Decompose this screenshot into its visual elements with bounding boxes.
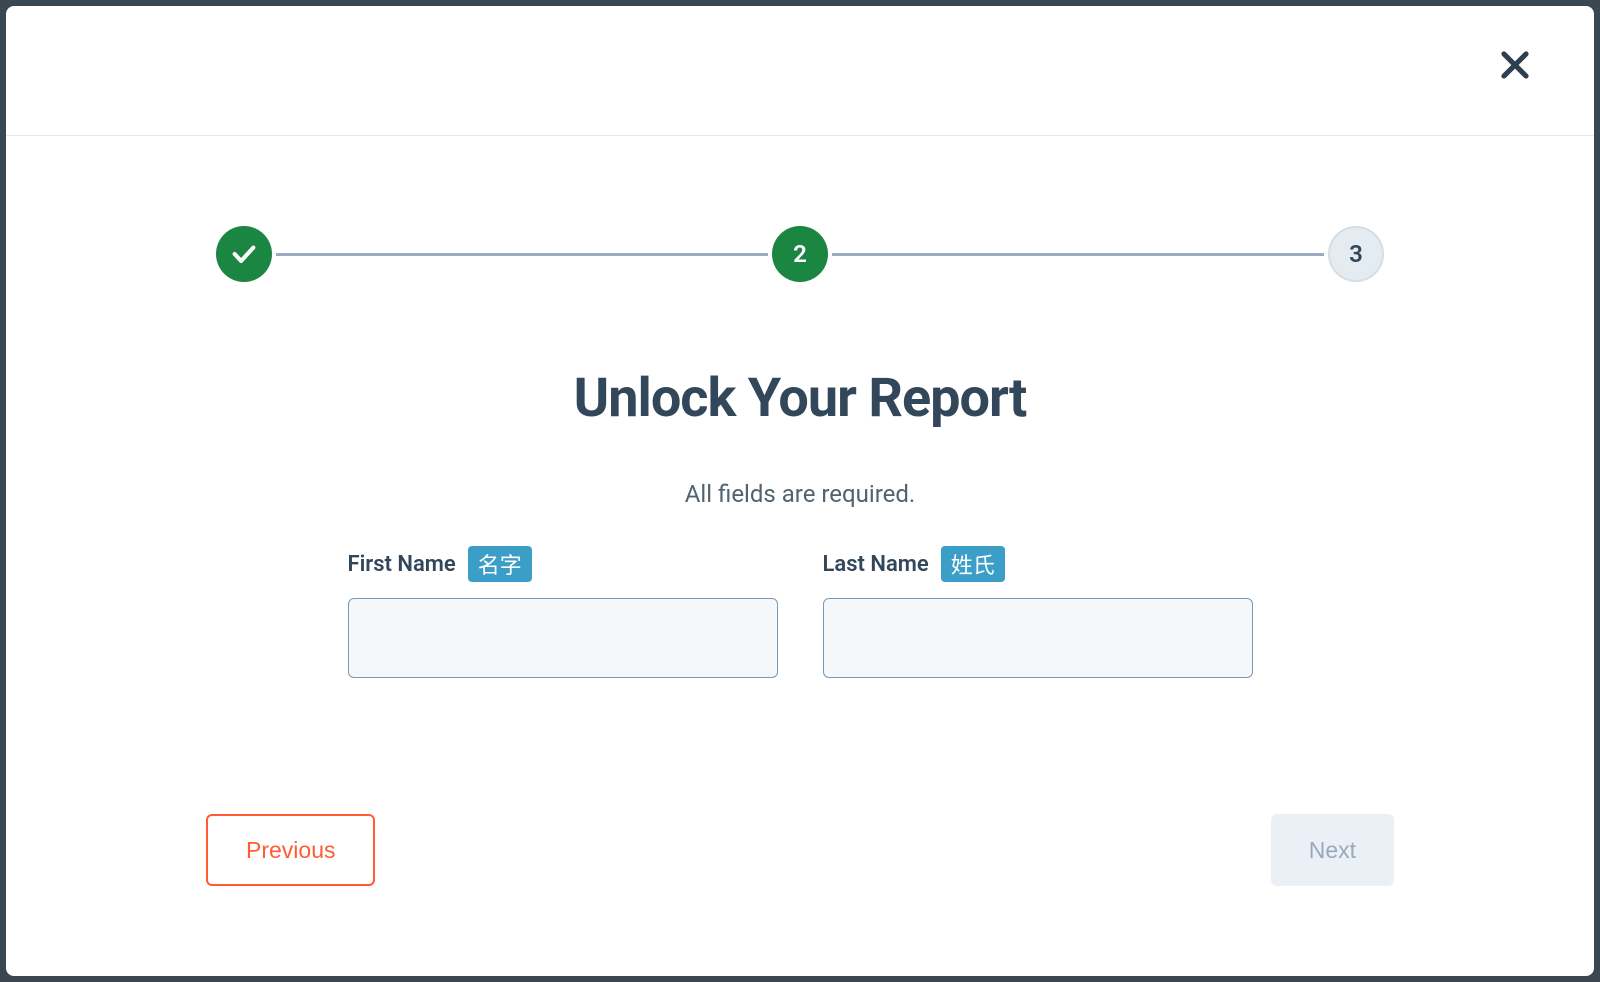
last-name-group: Last Name 姓氏 [823, 546, 1253, 678]
step-connector [276, 253, 768, 256]
page-subtitle: All fields are required. [685, 480, 916, 508]
step-connector [832, 253, 1324, 256]
first-name-input[interactable] [348, 598, 778, 678]
step-3-inactive: 3 [1328, 226, 1384, 282]
previous-button[interactable]: Previous [206, 814, 375, 886]
label-row: Last Name 姓氏 [823, 546, 1253, 582]
close-icon [1496, 46, 1534, 84]
next-button[interactable]: Next [1271, 814, 1394, 886]
last-name-label: Last Name [823, 552, 929, 577]
last-name-translation-badge: 姓氏 [941, 546, 1005, 582]
label-row: First Name 名字 [348, 546, 778, 582]
form-row: First Name 名字 Last Name 姓氏 [206, 546, 1394, 678]
step-1-done [216, 226, 272, 282]
check-icon [230, 240, 258, 268]
page-title: Unlock Your Report [574, 367, 1027, 430]
modal-header [6, 6, 1594, 136]
first-name-translation-badge: 名字 [468, 546, 532, 582]
first-name-label: First Name [348, 552, 456, 577]
close-button[interactable] [1496, 46, 1534, 84]
modal-footer: Previous Next [6, 814, 1594, 976]
modal-dialog: 2 3 Unlock Your Report All fields are re… [6, 6, 1594, 976]
modal-body: 2 3 Unlock Your Report All fields are re… [6, 136, 1594, 814]
first-name-group: First Name 名字 [348, 546, 778, 678]
last-name-input[interactable] [823, 598, 1253, 678]
progress-stepper: 2 3 [206, 226, 1394, 282]
step-2-active: 2 [772, 226, 828, 282]
